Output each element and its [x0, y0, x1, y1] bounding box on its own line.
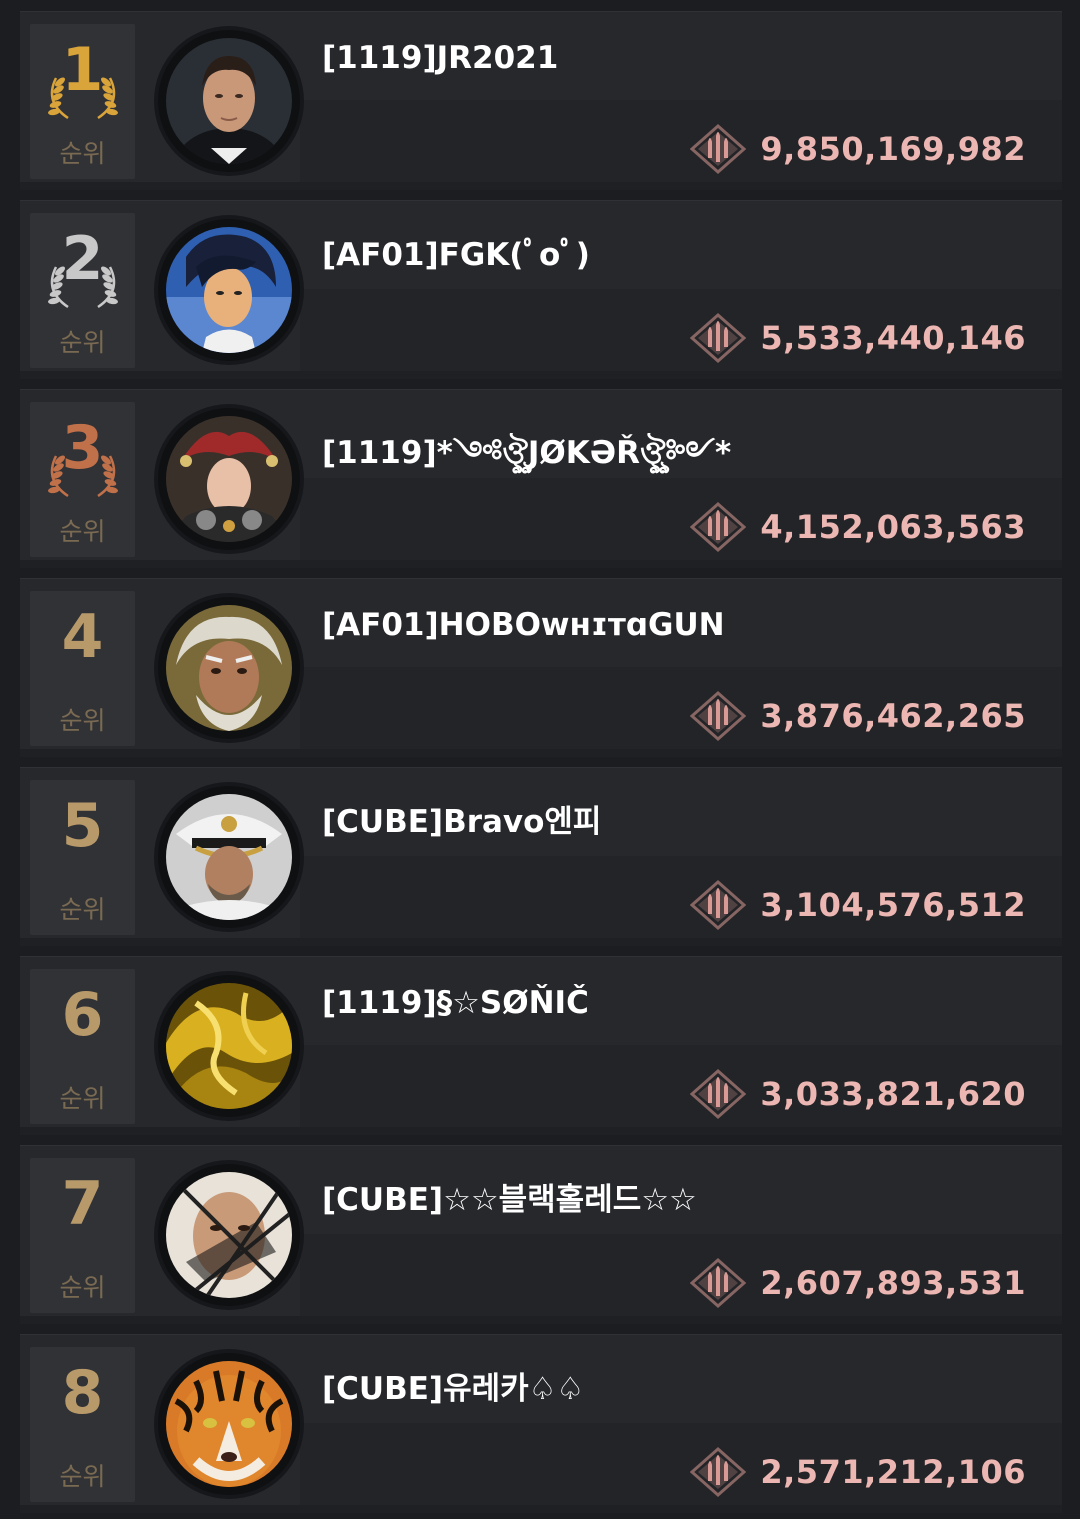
avatar[interactable] [158, 1164, 300, 1306]
ammo-bullets-icon [690, 124, 747, 174]
rank-number: 1 [61, 35, 104, 105]
score-group: 3,104,576,512 [690, 880, 1026, 930]
ranking-row[interactable]: 1 순위 [1119]JR2021 9,850,169,982 [20, 11, 1062, 190]
rank-badge: 1 순위 [30, 24, 135, 179]
ranking-row[interactable]: 6 순위 [1119]§☆SØŇIČ 3,033,821,620 [20, 956, 1062, 1135]
avatar[interactable] [158, 975, 300, 1117]
ammo-bullets-icon [690, 691, 747, 741]
ranking-list: 1 순위 [1119]JR2021 9,850,169,982 2 순위 [AF… [0, 0, 1080, 1519]
player-name: [1119]JR2021 [322, 40, 559, 76]
ammo-bullets-icon [690, 502, 747, 552]
ranking-row[interactable]: 8 순위 [CUBE]유레카♤♤ 2,571,212,106 [20, 1334, 1062, 1513]
rank-label: 순위 [59, 895, 106, 924]
ammo-bullets-icon [690, 1258, 747, 1308]
rank-badge: 4 순위 [30, 591, 135, 746]
avatar[interactable] [158, 597, 300, 739]
score-group: 3,033,821,620 [690, 1069, 1026, 1119]
rank-number: 8 [61, 1358, 104, 1428]
rank-label: 순위 [59, 517, 106, 546]
ammo-bullets-icon [690, 1069, 747, 1119]
score-value: 2,571,212,106 [760, 1453, 1026, 1491]
score-value: 5,533,440,146 [760, 319, 1026, 357]
avatar-image [166, 605, 292, 731]
score-value: 4,152,063,563 [760, 508, 1026, 546]
player-name: [AF01]FGK(ﾟoﾟ) [322, 237, 590, 273]
rank-number: 7 [61, 1169, 104, 1239]
rank-badge: 8 순위 [30, 1347, 135, 1502]
avatar-image [166, 794, 292, 920]
ranking-row[interactable]: 2 순위 [AF01]FGK(ﾟoﾟ) 5,533,440,146 [20, 200, 1062, 379]
rank-badge: 6 순위 [30, 969, 135, 1124]
score-value: 3,876,462,265 [760, 697, 1026, 735]
rank-label: 순위 [59, 1084, 106, 1113]
player-name: [CUBE]유레카♤♤ [322, 1371, 585, 1407]
score-value: 9,850,169,982 [760, 130, 1026, 168]
player-name: [CUBE]Bravo엔피 [322, 804, 602, 840]
rank-label: 순위 [59, 1462, 106, 1491]
player-name: [AF01]HOBOᴡʜɪᴛɑGUN [322, 607, 725, 643]
score-group: 4,152,063,563 [690, 502, 1026, 552]
rank-label: 순위 [59, 706, 106, 735]
ranking-row[interactable]: 5 순위 [CUBE]Bravo엔피 3,104,576,512 [20, 767, 1062, 946]
avatar-image [166, 38, 292, 164]
rank-label: 순위 [59, 328, 106, 357]
rank-label: 순위 [59, 139, 106, 168]
rank-badge: 7 순위 [30, 1158, 135, 1313]
rank-number: 6 [61, 980, 104, 1050]
avatar[interactable] [158, 219, 300, 361]
rank-badge: 2 순위 [30, 213, 135, 368]
score-value: 2,607,893,531 [760, 1264, 1026, 1302]
rank-number: 3 [61, 413, 104, 483]
rank-badge: 5 순위 [30, 780, 135, 935]
ranking-row[interactable]: 3 순위 [1119]*༺ঔৣJØKƏŘঔৣ༻* 4,152,063,563 [20, 389, 1062, 568]
score-value: 3,104,576,512 [760, 886, 1026, 924]
player-name: [CUBE]☆☆블랙홀레드☆☆ [322, 1182, 697, 1218]
score-group: 5,533,440,146 [690, 313, 1026, 363]
avatar-image [166, 1361, 292, 1487]
rank-label: 순위 [59, 1273, 106, 1302]
avatar-image [166, 227, 292, 353]
score-value: 3,033,821,620 [760, 1075, 1026, 1113]
score-group: 2,571,212,106 [690, 1447, 1026, 1497]
avatar[interactable] [158, 30, 300, 172]
ammo-bullets-icon [690, 1447, 747, 1497]
rank-number: 4 [61, 602, 104, 672]
ammo-bullets-icon [690, 880, 747, 930]
score-group: 3,876,462,265 [690, 691, 1026, 741]
rank-number: 5 [61, 791, 104, 861]
avatar[interactable] [158, 1353, 300, 1495]
rank-number: 2 [61, 224, 104, 294]
rank-badge: 3 순위 [30, 402, 135, 557]
avatar[interactable] [158, 408, 300, 550]
avatar-image [166, 416, 292, 542]
ranking-row[interactable]: 7 순위 [CUBE]☆☆블랙홀레드☆☆ 2,607,893,531 [20, 1145, 1062, 1324]
avatar-image [166, 983, 292, 1109]
player-name: [1119]*༺ঔৣJØKƏŘঔৣ༻* [322, 435, 732, 471]
score-group: 9,850,169,982 [690, 124, 1026, 174]
ammo-bullets-icon [690, 313, 747, 363]
avatar[interactable] [158, 786, 300, 928]
ranking-row[interactable]: 4 순위 [AF01]HOBOᴡʜɪᴛɑGUN 3,876,462,265 [20, 578, 1062, 757]
player-name: [1119]§☆SØŇIČ [322, 985, 589, 1021]
score-group: 2,607,893,531 [690, 1258, 1026, 1308]
avatar-image [166, 1172, 292, 1298]
